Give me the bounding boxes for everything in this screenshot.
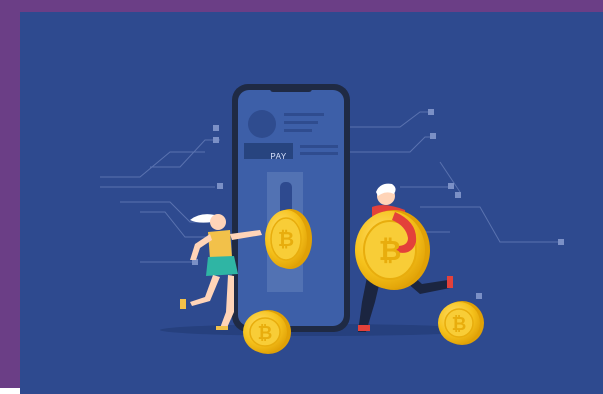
bitcoin-symbol: ₿ <box>379 234 402 267</box>
illustration-scene: ₿ ₿ ₿ ₿ PAY <box>20 12 603 394</box>
crypto-payment-illustration: ₿ ₿ ₿ ₿ <box>100 84 564 354</box>
illustration-frame: ₿ ₿ ₿ ₿ PAY <box>0 0 603 394</box>
smartphone <box>232 84 350 332</box>
pay-button-label: PAY <box>270 152 287 161</box>
bitcoin-symbol: ₿ <box>452 314 467 335</box>
bitcoin-symbol: ₿ <box>258 323 273 344</box>
bitcoin-symbol: ₿ <box>278 227 294 251</box>
